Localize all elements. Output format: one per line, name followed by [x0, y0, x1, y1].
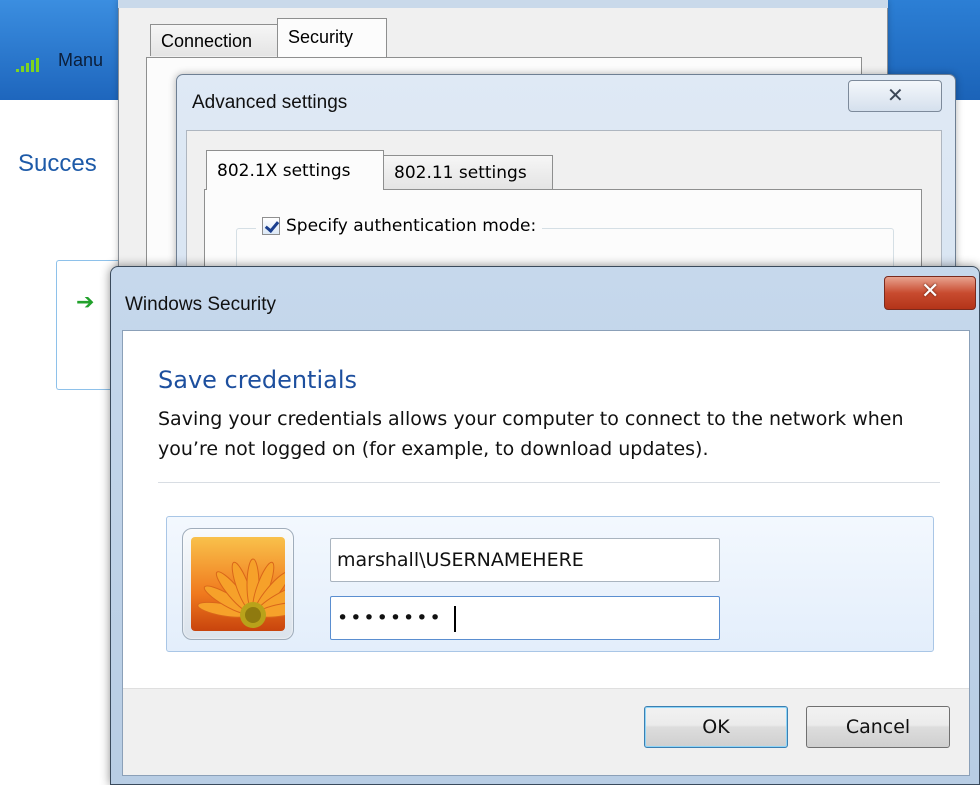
wizard-status-heading: Succes [18, 150, 97, 177]
windows-security-close-button[interactable]: ✕ [884, 276, 976, 310]
cancel-button[interactable]: Cancel [806, 706, 950, 748]
tab-8021x-settings[interactable]: 802.1X settings [206, 150, 384, 190]
flower-avatar-icon [191, 537, 285, 631]
properties-window-frame [118, 0, 888, 8]
specify-auth-mode-label: Specify authentication mode: [286, 216, 537, 236]
tab-connection[interactable]: Connection [150, 24, 278, 56]
text-caret [454, 606, 456, 632]
save-credentials-heading: Save credentials [158, 366, 358, 394]
close-icon: ✕ [887, 83, 904, 107]
specify-auth-mode-checkbox-row[interactable]: Specify authentication mode: [256, 216, 543, 236]
signal-strength-icon [16, 58, 39, 72]
user-avatar [182, 528, 294, 640]
tab-80211-settings[interactable]: 802.11 settings [383, 155, 553, 189]
advanced-settings-title: Advanced settings [192, 92, 348, 113]
network-name-label: Manu [58, 50, 104, 70]
tab-security[interactable]: Security [277, 18, 387, 58]
ok-button[interactable]: OK [644, 706, 788, 748]
close-icon: ✕ [921, 279, 940, 304]
specify-auth-mode-checkbox[interactable] [262, 217, 280, 235]
windows-security-title: Windows Security [125, 294, 276, 315]
green-arrow-icon: ➔ [76, 290, 95, 315]
save-credentials-description: Saving your credentials allows your comp… [158, 408, 904, 460]
advanced-settings-close-button[interactable]: ✕ [848, 80, 942, 112]
username-field[interactable] [330, 538, 720, 582]
divider [158, 482, 940, 483]
password-field[interactable] [330, 596, 720, 640]
